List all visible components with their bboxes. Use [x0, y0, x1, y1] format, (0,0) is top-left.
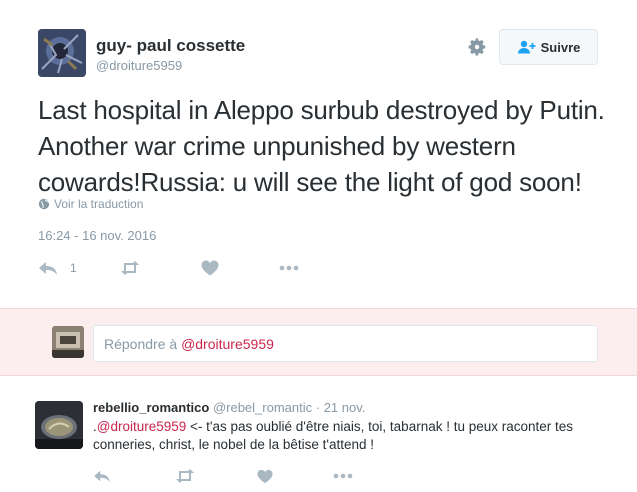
reply-composer: Répondre à @droiture5959	[0, 308, 637, 376]
follow-label: Suivre	[540, 39, 581, 55]
translate-label: Voir la traduction	[54, 197, 144, 211]
retweet-icon	[121, 261, 139, 275]
reply-tweet: rebellio_romantico @rebel_romantic · 21 …	[0, 377, 637, 492]
reply-separator: ·	[312, 400, 324, 415]
reply-count: 1	[70, 261, 77, 275]
reply-text-mention[interactable]: @droiture5959	[97, 419, 187, 434]
gear-icon[interactable]	[467, 37, 487, 57]
own-avatar	[52, 326, 84, 358]
tweet-timestamp[interactable]: 16:24 - 16 nov. 2016	[38, 228, 156, 243]
user-screen-name[interactable]: @droiture5959	[96, 58, 182, 73]
main-tweet: guy- paul cossette @droiture5959 Suivre …	[0, 0, 637, 308]
globe-icon	[38, 198, 50, 210]
more-icon	[279, 265, 299, 271]
add-user-icon	[517, 40, 536, 54]
translate-link[interactable]: Voir la traduction	[38, 197, 143, 211]
reply-icon	[94, 470, 110, 483]
reply-mention: @droiture5959	[181, 336, 274, 352]
tweet-text: Last hospital in Aleppo surbub destroyed…	[38, 95, 605, 197]
retweet-button[interactable]	[120, 257, 140, 279]
user-fullname[interactable]: guy- paul cossette	[96, 36, 245, 56]
heart-icon	[201, 260, 219, 276]
more-icon	[333, 473, 353, 479]
reply-header: rebellio_romantico @rebel_romantic · 21 …	[93, 400, 365, 415]
reply-user-fullname[interactable]: rebellio_romantico	[93, 400, 209, 415]
reply-prefix: Répondre à	[104, 336, 182, 352]
reply-retweet-button[interactable]	[175, 465, 195, 487]
reply-user-avatar[interactable]	[35, 401, 83, 449]
retweet-icon	[176, 469, 194, 483]
reply-reply-button[interactable]	[93, 465, 111, 487]
reply-more-button[interactable]	[333, 465, 353, 487]
heart-icon	[257, 469, 273, 483]
reply-text: .@droiture5959 <- t'as pas oublié d'être…	[93, 418, 613, 454]
reply-icon	[39, 262, 57, 275]
more-button[interactable]	[279, 257, 299, 279]
reply-date[interactable]: 21 nov.	[324, 400, 366, 415]
follow-button[interactable]: Suivre	[499, 29, 598, 65]
reply-like-button[interactable]	[257, 465, 273, 487]
reply-user-screen-name[interactable]: @rebel_romantic	[213, 400, 312, 415]
user-avatar[interactable]	[38, 29, 86, 77]
reply-input[interactable]: Répondre à @droiture5959	[93, 325, 598, 362]
reply-button[interactable]: 1	[38, 257, 77, 279]
like-button[interactable]	[201, 257, 219, 279]
